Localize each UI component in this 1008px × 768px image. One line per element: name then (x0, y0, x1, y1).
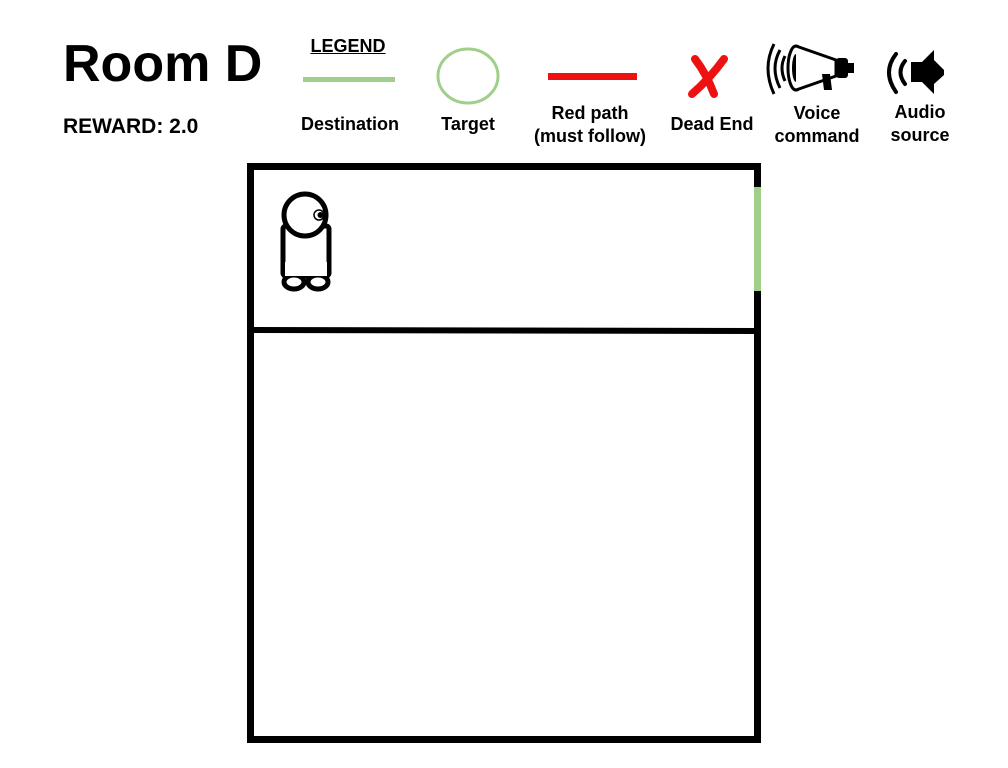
red-path-line-swatch (548, 73, 637, 80)
room-title: Room D (63, 35, 263, 93)
stick-figure-agent (280, 191, 332, 292)
reward-label: REWARD: 2.0 (63, 115, 199, 138)
outer-wall (247, 163, 761, 743)
dead-end-x-icon (688, 55, 728, 98)
destination-exit (754, 187, 761, 291)
speaker-icon (887, 50, 944, 94)
divider-wall (249, 327, 758, 334)
destination-line-swatch (303, 77, 395, 82)
legend-label-dead-end: Dead End (670, 114, 754, 134)
legend-label-destination: Destination (300, 114, 399, 134)
legend-heading: LEGEND (310, 36, 386, 56)
megaphone-icon (766, 43, 854, 95)
legend-label-target: Target (441, 114, 495, 134)
legend-label-audio-source: Audio source (890, 102, 950, 145)
legend-label-red-path: Red path (must follow) (534, 103, 646, 146)
target-circle-swatch (436, 47, 500, 105)
legend-label-voice-command: Voice command (774, 103, 860, 146)
